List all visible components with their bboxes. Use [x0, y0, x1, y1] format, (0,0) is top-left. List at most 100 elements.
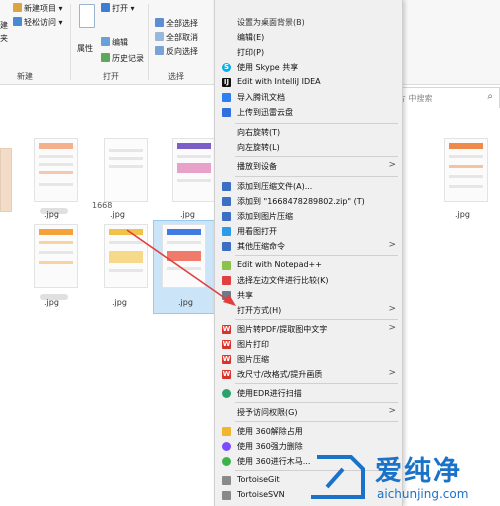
menu-item[interactable]: 添加到 "1668478289802.zip" (T)	[215, 195, 402, 208]
menu-separator	[235, 156, 398, 157]
intellij-icon: IJ	[222, 78, 231, 87]
ribbon-divider	[70, 4, 71, 80]
winrar-icon	[222, 182, 231, 191]
history-icon	[101, 53, 110, 62]
wps-icon: W	[222, 370, 231, 379]
share-icon	[222, 291, 231, 300]
menu-item[interactable]: 共享	[215, 289, 402, 302]
menu-item[interactable]: 向左旋转(L)	[215, 141, 402, 154]
file-thumbnail[interactable]	[444, 138, 488, 202]
search-input[interactable]: 片 中搜索 ⌕	[392, 87, 500, 109]
file-thumbnail[interactable]	[104, 138, 148, 202]
menu-item-label: 向左旋转(L)	[237, 143, 280, 152]
file-thumbnail[interactable]	[172, 138, 216, 202]
menu-item[interactable]: 添加到压缩文件(A)...	[215, 180, 402, 193]
menu-separator	[235, 421, 398, 422]
menu-item-label: 使用 360强力删除	[237, 442, 303, 451]
file-name: .jpg	[455, 210, 470, 219]
easy-access-icon	[13, 17, 22, 26]
tencent-docs-icon	[222, 93, 231, 102]
submenu-arrow-icon: >	[388, 323, 396, 333]
select-all-button[interactable]: 全部选择	[166, 18, 198, 29]
wps-icon: W	[222, 325, 231, 334]
properties-button[interactable]: 属性	[77, 43, 93, 54]
menu-item-label: 添加到图片压缩	[237, 212, 293, 221]
menu-item[interactable]: 授予访问权限(G) >	[215, 406, 402, 419]
menu-item-label: 图片压缩	[237, 355, 269, 364]
file-name: .jpg	[44, 210, 59, 219]
menu-item[interactable]: 编辑(E)	[215, 31, 402, 44]
menu-item[interactable]: S 使用 Skype 共享	[215, 61, 402, 74]
history-button[interactable]: 历史记录	[112, 53, 144, 64]
invert-selection-button[interactable]: 反向选择	[166, 46, 198, 57]
menu-item[interactable]: 导入腾讯文档	[215, 91, 402, 104]
invert-selection-icon	[155, 46, 164, 55]
menu-item[interactable]: 使用EDR进行扫描	[215, 387, 402, 400]
menu-item[interactable]: W 改尺寸/改格式/提升画质 >	[215, 368, 402, 381]
skype-icon: S	[222, 63, 231, 72]
menu-item[interactable]: W 图片转PDF/提取图中文字 >	[215, 323, 402, 336]
open-button[interactable]: 打开 ▾	[112, 3, 135, 14]
menu-item-label: 其他压缩命令	[237, 242, 285, 251]
file-name: .jpg	[178, 298, 193, 307]
menu-item[interactable]: W 图片压缩	[215, 353, 402, 366]
ribbon-fragment: 建	[0, 21, 8, 30]
menu-item-label: Edit with IntelliJ IDEA	[237, 77, 321, 86]
menu-item[interactable]: 向右旋转(T)	[215, 126, 402, 139]
search-icon[interactable]: ⌕	[487, 91, 493, 102]
easy-access-button[interactable]: 轻松访问 ▾	[24, 17, 63, 28]
menu-item[interactable]: 添加到图片压缩	[215, 210, 402, 223]
properties-icon	[79, 4, 95, 28]
menu-item[interactable]: IJ Edit with IntelliJ IDEA	[215, 76, 402, 89]
menu-separator	[235, 319, 398, 320]
menu-item[interactable]: 打印(P)	[215, 46, 402, 59]
select-none-button[interactable]: 全部取消	[166, 32, 198, 43]
menu-item[interactable]: Edit with Notepad++	[215, 259, 402, 272]
360-scan-icon	[222, 457, 231, 466]
menu-item-label: 导入腾讯文档	[237, 93, 285, 102]
menu-item-label: 使用 Skype 共享	[237, 63, 299, 72]
file-name: .jpg	[112, 298, 127, 307]
menu-item-open-with[interactable]: 打开方式(H) >	[215, 304, 402, 317]
menu-item-label: 图片转PDF/提取图中文字	[237, 325, 328, 334]
menu-item[interactable]: W 图片打印	[215, 338, 402, 351]
file-thumbnail[interactable]	[104, 224, 148, 288]
menu-item[interactable]: 用看图打开	[215, 225, 402, 238]
menu-item-label: 改尺寸/改格式/提升画质	[237, 370, 323, 379]
tortoisegit-icon	[222, 476, 231, 485]
360-unlock-icon	[222, 427, 231, 436]
file-name: .jpg	[44, 298, 59, 307]
menu-item-label: 使用 360解除占用	[237, 427, 303, 436]
watermark-url: aichunjing.com	[377, 487, 469, 501]
file-thumbnail[interactable]	[0, 148, 12, 212]
compare-icon	[222, 276, 231, 285]
open-icon	[101, 3, 110, 12]
file-thumbnail[interactable]	[34, 224, 78, 288]
menu-item-label: 图片打印	[237, 340, 269, 349]
search-placeholder: 片 中搜索	[398, 94, 433, 103]
menu-item[interactable]: 选择左边文件进行比较(K)	[215, 274, 402, 287]
menu-item[interactable]: 使用 360解除占用	[215, 425, 402, 438]
menu-item[interactable]: 上传到迅雷云盘	[215, 106, 402, 119]
file-thumbnail[interactable]	[162, 224, 206, 288]
edit-button[interactable]: 编辑	[112, 37, 128, 48]
new-item-button[interactable]: 新建项目 ▾	[24, 3, 63, 14]
wps-icon: W	[222, 340, 231, 349]
context-menu: 设置为桌面背景(B) 编辑(E) 打印(P) S 使用 Skype 共享 IJ Ed…	[214, 0, 403, 506]
ribbon-fragment: 夹	[0, 34, 8, 43]
menu-separator	[235, 402, 398, 403]
menu-item[interactable]: 播放到设备 >	[215, 160, 402, 173]
menu-item-label: 添加到 "1668478289802.zip" (T)	[237, 197, 365, 206]
file-thumbnail[interactable]	[34, 138, 78, 202]
menu-item-label: TortoiseGit	[237, 475, 280, 484]
submenu-arrow-icon: >	[388, 406, 396, 416]
menu-item[interactable]: 其他压缩命令 >	[215, 240, 402, 253]
menu-item-label: 使用 360进行木马...	[237, 457, 311, 466]
menu-item-set-wallpaper[interactable]: 设置为桌面背景(B)	[215, 16, 402, 29]
menu-separator	[235, 383, 398, 384]
menu-item-label: 共享	[237, 291, 253, 300]
partial-filename: 1668	[92, 201, 113, 210]
menu-separator	[235, 255, 398, 256]
winrar-icon	[222, 197, 231, 206]
group-label-open: 打开	[103, 72, 119, 81]
